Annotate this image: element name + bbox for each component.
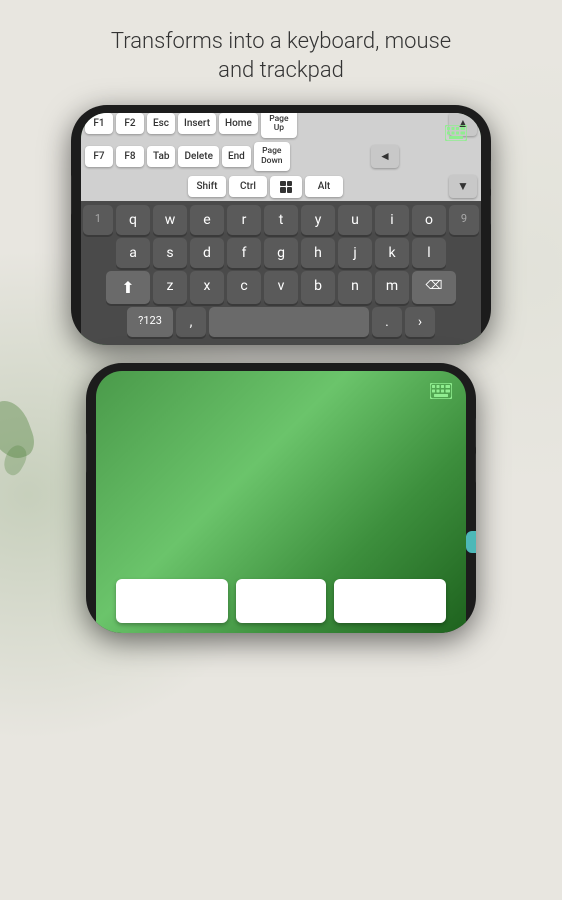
key-h[interactable]: h [301,238,335,268]
arrow-left-key[interactable]: ◄ [371,145,399,168]
key-q[interactable]: q [116,205,150,235]
left-mouse-button[interactable] [116,579,228,623]
ctrl-key[interactable]: Ctrl [229,176,267,197]
spacer [300,119,446,129]
phone-bottom [86,363,476,633]
win-key[interactable] [270,176,302,198]
volume-up-button[interactable] [490,160,491,190]
fn-row-2: F7 F8 Tab Delete End PageDown ◄ [81,140,481,173]
f7-key[interactable]: F7 [85,146,113,167]
key-e[interactable]: e [190,205,224,235]
key-z[interactable]: z [153,271,187,304]
qwerty-keyboard: 1 q w e r t y u i o 9 a [81,201,481,345]
backspace-key[interactable]: ⌫ [412,271,456,304]
key-q[interactable]: 1 [83,205,113,235]
bottom-phone-screen [96,371,466,633]
f8-key[interactable]: F8 [116,146,144,167]
headline-text: Transforms into a keyboard, mouse and tr… [0,0,562,105]
key-a[interactable]: a [116,238,150,268]
key-k[interactable]: k [375,238,409,268]
alt-key[interactable]: Alt [305,176,343,197]
key-u[interactable]: u [338,205,372,235]
key-f[interactable]: f [227,238,261,268]
tab-key[interactable]: Tab [147,146,175,167]
spacer2 [293,152,368,162]
key-v[interactable]: v [264,271,298,304]
key-i[interactable]: i [375,205,409,235]
key-d[interactable]: d [190,238,224,268]
key-t[interactable]: t [264,205,298,235]
f2-key[interactable]: F2 [116,113,144,134]
volume-down-button[interactable] [490,195,491,225]
key-g[interactable]: g [264,238,298,268]
headline-line2: and trackpad [218,58,344,83]
teal-indicator [466,531,476,553]
bottom-vol-up[interactable] [475,418,476,448]
key-o[interactable]: o [412,205,446,235]
shift-key-2[interactable]: ⬆ [106,271,150,304]
end-key[interactable]: End [222,146,251,167]
pagedown-key[interactable]: PageDown [254,142,290,171]
shift-key[interactable]: Shift [188,176,226,197]
key-j[interactable]: j [338,238,372,268]
delete-key[interactable]: Delete [178,146,218,167]
key-b[interactable]: b [301,271,335,304]
key-n[interactable]: n [338,271,372,304]
power-button[interactable] [71,175,72,215]
bottom-keyboard-icon[interactable] [430,383,452,403]
esc-key[interactable]: Esc [147,113,175,134]
mod-spacer2 [346,182,446,192]
bottom-vol-down[interactable] [475,453,476,483]
trackpad-buttons [116,579,446,623]
headline-line1: Transforms into a keyboard, mouse [111,29,451,54]
qwerty-row-2: a s d f g h j k l [83,238,479,268]
key-x[interactable]: x [190,271,224,304]
key-s[interactable]: s [153,238,187,268]
arrow-down-key[interactable]: ▼ [449,175,477,198]
fn-row-1: F1 F2 Esc Insert Home PageUp ▲ [81,113,481,140]
key-c[interactable]: c [227,271,261,304]
comma-key[interactable]: , [176,307,206,337]
middle-mouse-button[interactable] [236,579,326,623]
right-mouse-button[interactable] [334,579,446,623]
home-key[interactable]: Home [219,113,258,134]
qwerty-row-3: ⬆ z x c v b n m ⌫ [83,271,479,304]
key-r[interactable]: r [227,205,261,235]
space-key[interactable] [209,307,369,337]
qwerty-row-4: ?123 , . › [83,307,479,337]
pageup-key[interactable]: PageUp [261,113,297,138]
mod-spacer [85,182,185,192]
period-key[interactable]: . [372,307,402,337]
key-l[interactable]: l [412,238,446,268]
num-key[interactable]: ?123 [127,307,173,337]
f1-key[interactable]: F1 [85,113,113,134]
key-m[interactable]: m [375,271,409,304]
bottom-power[interactable] [86,433,87,473]
modifier-row: Shift Ctrl Alt ▼ [81,173,481,201]
keyboard-icon[interactable] [445,125,467,145]
top-phone-screen: F1 F2 Esc Insert Home PageUp ▲ F7 F8 Tab… [81,113,481,345]
phone-top: F1 F2 Esc Insert Home PageUp ▲ F7 F8 Tab… [71,105,491,345]
qwerty-row-1: 1 q w e r t y u i o 9 [83,205,479,235]
key-y[interactable]: y [301,205,335,235]
spacer3 [402,152,477,162]
enter-key[interactable]: › [405,307,435,337]
insert-key[interactable]: Insert [178,113,216,134]
key-w[interactable]: w [153,205,187,235]
key-num9: 9 [449,205,479,235]
